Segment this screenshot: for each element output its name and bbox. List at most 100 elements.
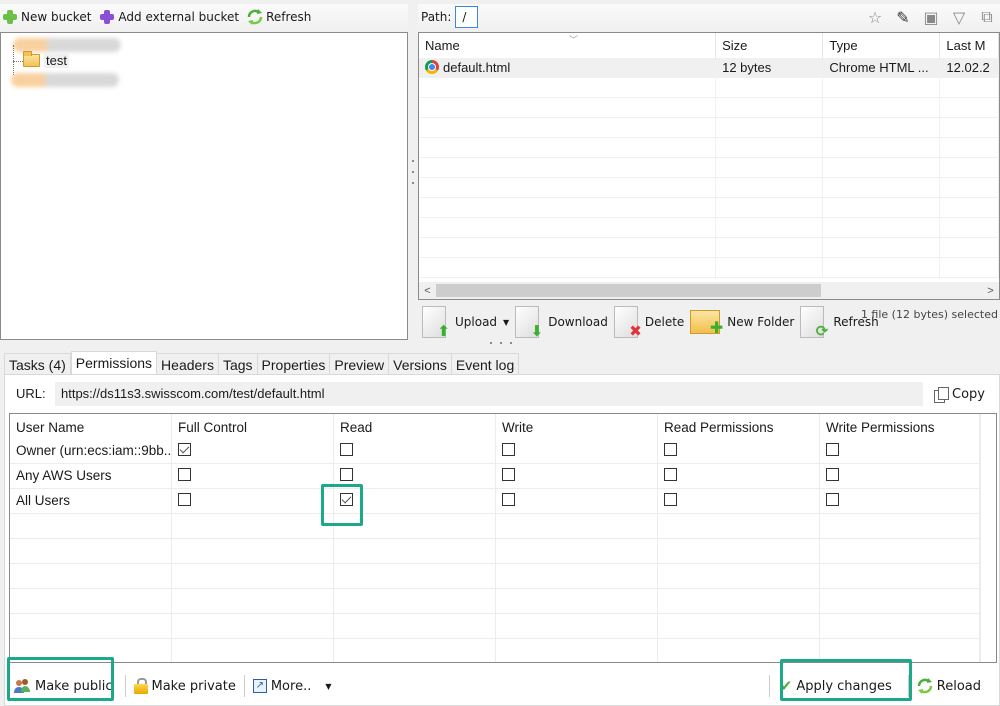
lock-icon [133, 678, 148, 694]
vertical-splitter[interactable] [409, 160, 417, 184]
star-icon[interactable]: ☆ [866, 8, 884, 27]
delete-button[interactable]: ✖ Delete [613, 304, 684, 340]
checkbox-write-permissions[interactable] [826, 468, 839, 481]
column-header-read-permissions: Read Permissions [658, 414, 820, 439]
column-header-type[interactable]: Type [823, 33, 941, 59]
tab-tags[interactable]: Tags [218, 353, 258, 375]
scroll-right-icon[interactable]: > [982, 285, 999, 297]
selection-status: 1 file (12 bytes) selected [860, 308, 998, 321]
copy-icon[interactable]: ⧉ [978, 7, 996, 26]
tab-properties[interactable]: Properties [257, 353, 331, 375]
new-bucket-label: New bucket [21, 10, 92, 24]
tab-preview[interactable]: Preview [330, 353, 390, 375]
file-list: Name Size Type Last M ﹀ default.html 12 … [418, 32, 1000, 300]
reload-button[interactable]: Reload [911, 671, 987, 701]
checkbox-write-permissions[interactable] [826, 443, 839, 456]
column-header-write-permissions: Write Permissions [820, 414, 980, 439]
refresh-label: Refresh [266, 10, 312, 24]
tab-event-log[interactable]: Event log [451, 353, 520, 375]
copy-label: Copy [952, 386, 985, 402]
user-name: All Users [10, 489, 172, 513]
empty-row [10, 514, 980, 539]
upload-icon: ⬆ [422, 306, 450, 340]
tree-connector [13, 61, 23, 62]
permissions-panel: URL: https://ds11s3.swisscom.com/test/de… [4, 374, 1000, 706]
make-public-label: Make public [35, 678, 113, 694]
checkbox-write[interactable] [502, 443, 515, 456]
checkbox-read-permissions[interactable] [664, 468, 677, 481]
user-name: Owner (urn:ecs:iam::9bb... [10, 439, 172, 463]
checkbox-full-control[interactable] [178, 443, 191, 456]
path-bar: Path: / ☆ ✎ ▣ ▽ ⧉ [418, 4, 1000, 30]
column-header-name[interactable]: Name [419, 33, 717, 59]
user-name: Any AWS Users [10, 464, 172, 488]
tab-tasks[interactable]: Tasks (4) [4, 353, 71, 375]
checkbox-read-permissions[interactable] [664, 493, 677, 506]
column-header-size[interactable]: Size [716, 33, 824, 59]
filter-icon[interactable]: ▽ [950, 8, 968, 27]
checkbox-read[interactable] [340, 493, 353, 506]
path-input[interactable]: / [455, 6, 479, 28]
redacted-bucket-name [13, 38, 121, 52]
copy-url-button[interactable]: Copy [934, 382, 985, 406]
checkbox-full-control[interactable] [178, 468, 191, 481]
bucket-tree[interactable]: test [0, 32, 408, 340]
refresh-icon: ⟳ [800, 306, 828, 340]
tree-item-label: test [44, 53, 69, 68]
scroll-left-icon[interactable]: < [419, 285, 436, 297]
user-name [10, 564, 172, 588]
external-link-icon: ↗ [252, 679, 267, 693]
permissions-toolbar: Make public Make private ↗ More.. ▼ ✔ Ap… [5, 667, 999, 705]
make-public-button[interactable]: Make public [7, 671, 119, 701]
empty-row [10, 589, 980, 614]
upload-button[interactable]: ⬆ Upload ▼ [422, 304, 509, 340]
new-folder-button[interactable]: ✚ New Folder [690, 304, 794, 340]
checkbox-read[interactable] [340, 468, 353, 481]
tab-headers[interactable]: Headers [157, 353, 219, 375]
tab-versions[interactable]: Versions [389, 353, 452, 375]
column-header-last-modified[interactable]: Last M [940, 33, 999, 59]
more-button[interactable]: ↗ More.. ▼ [247, 671, 338, 701]
new-bucket-button[interactable]: New bucket [2, 9, 91, 25]
checkbox-read-permissions[interactable] [664, 443, 677, 456]
column-header-write: Write [496, 414, 658, 439]
empty-row [10, 614, 980, 639]
scrollbar-thumb[interactable] [436, 284, 821, 297]
dropdown-caret-icon[interactable]: ▼ [503, 318, 509, 327]
add-external-bucket-button[interactable]: Add external bucket [99, 9, 239, 25]
checkbox-write[interactable] [502, 493, 515, 506]
refresh-icon [917, 678, 933, 694]
toolbar-separator [768, 675, 770, 697]
refresh-buckets-button[interactable]: Refresh [247, 9, 311, 25]
folder-icon [23, 51, 40, 67]
checkbox-full-control[interactable] [178, 493, 191, 506]
file-row[interactable]: default.html 12 bytes Chrome HTML ... 12… [419, 58, 999, 78]
pencil-icon[interactable]: ✎ [894, 8, 912, 27]
checkbox-read[interactable] [340, 443, 353, 456]
download-label: Download [548, 315, 608, 329]
column-header-user-name: User Name [10, 414, 172, 439]
make-private-button[interactable]: Make private [128, 671, 242, 701]
tab-permissions[interactable]: Permissions [70, 351, 158, 375]
checkbox-write[interactable] [502, 468, 515, 481]
plus-icon [2, 9, 18, 25]
window-icon[interactable]: ▣ [922, 8, 940, 27]
reload-label: Reload [936, 678, 981, 694]
download-button[interactable]: ⬇ Download [515, 304, 608, 340]
empty-row [10, 564, 980, 589]
horizontal-scrollbar[interactable]: < > [419, 282, 999, 299]
bucket-toolbar: New bucket Add external bucket Refresh [0, 4, 408, 30]
delete-icon: ✖ [613, 306, 642, 340]
toolbar-separator [907, 675, 909, 697]
vertical-scrollbar[interactable] [980, 414, 996, 662]
checkmark-icon: ✔ [779, 677, 793, 695]
apply-changes-button[interactable]: ✔ Apply changes [772, 671, 906, 701]
permissions-grid: User Name Full Control Read Write Read P… [9, 413, 997, 663]
tree-item-test[interactable]: test [23, 51, 69, 68]
download-icon: ⬇ [515, 306, 543, 340]
horizontal-splitter[interactable] [490, 342, 512, 344]
user-name [10, 639, 172, 662]
url-field[interactable]: https://ds11s3.swisscom.com/test/default… [55, 382, 923, 406]
checkbox-write-permissions[interactable] [826, 493, 839, 506]
file-name: default.html [443, 60, 511, 75]
